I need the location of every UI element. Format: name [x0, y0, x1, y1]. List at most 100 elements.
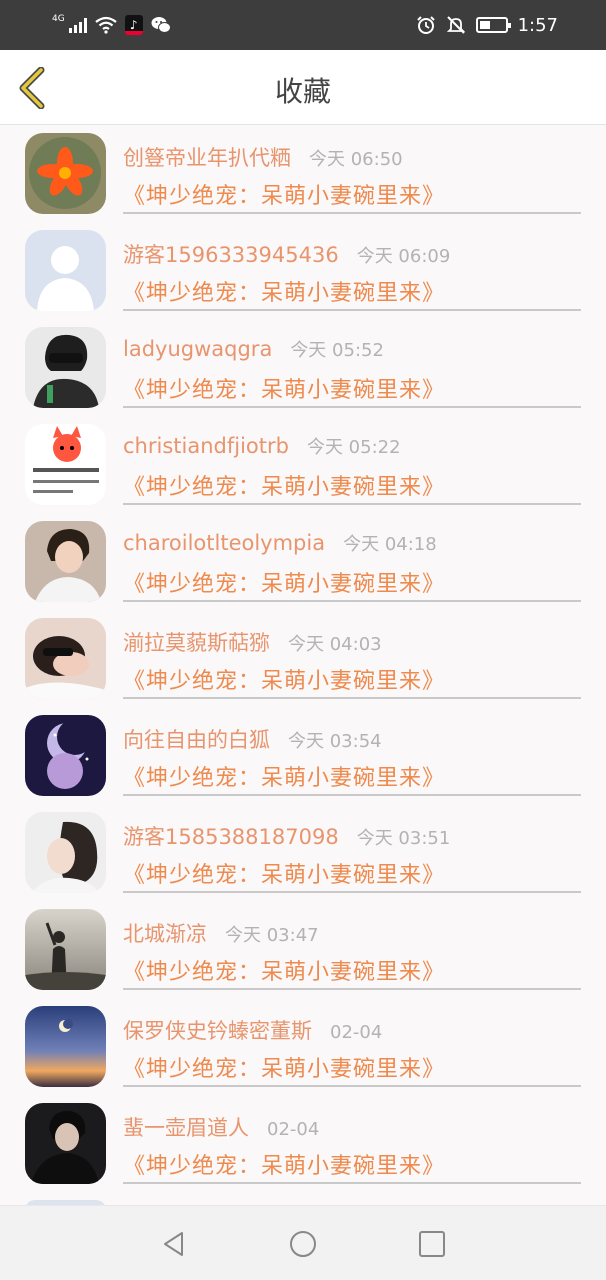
name-row: ladyugwaqgra 今天 05:52: [123, 336, 384, 366]
status-left: 4G ♪: [52, 14, 171, 36]
avatar[interactable]: [25, 812, 106, 893]
user-name[interactable]: 湔拉莫藐斯萜猕: [123, 627, 270, 657]
timestamp: 今天 05:22: [306, 437, 401, 458]
favorites-list: 创簦帝业年扒代粞 今天 06:50 《坤少绝宠：呆萌小妻碗里来》 游客15963339…: [0, 126, 606, 1193]
wechat-icon: [151, 17, 171, 33]
default-person-avatar: [25, 230, 106, 311]
avatar[interactable]: [25, 230, 106, 311]
book-title[interactable]: 《坤少绝宠：呆萌小妻碗里来》: [123, 1148, 445, 1180]
back-triangle-icon[interactable]: [160, 1230, 188, 1258]
timestamp: 今天 06:09: [356, 246, 451, 267]
avatar[interactable]: [25, 424, 106, 505]
list-item-text: 蜚一壶眉道人 02-04 《坤少绝宠：呆萌小妻碗里来》: [123, 1096, 581, 1184]
name-row: 游客1596333945436 今天 06:09: [123, 239, 450, 269]
user-name[interactable]: 蜚一壶眉道人: [123, 1112, 249, 1142]
mute-icon: [446, 16, 465, 34]
list-item-text: 北城渐凉 今天 03:47 《坤少绝宠：呆萌小妻碗里来》: [123, 902, 581, 990]
timestamp: 今天 05:52: [290, 340, 384, 361]
page-title: 收藏: [274, 75, 331, 108]
screen: 4G ♪ 1:57 收藏 创簦帝业年扒代粞 今天 06:50 《坤少绝宠：呆萌小…: [0, 0, 606, 1280]
name-row: 创簦帝业年扒代粞 今天 06:50: [123, 142, 403, 172]
sunset-sky-avatar: [25, 1006, 106, 1087]
list-item-text: 游客1596333945436 今天 06:09 《坤少绝宠：呆萌小妻碗里来》: [123, 223, 581, 311]
avatar[interactable]: [25, 715, 106, 796]
list-item-text: ladyugwaqgra 今天 05:52 《坤少绝宠：呆萌小妻碗里来》: [123, 320, 581, 408]
name-row: christiandfjiotrb 今天 05:22: [123, 433, 401, 463]
avatar[interactable]: [25, 909, 106, 990]
user-name[interactable]: 北城渐凉: [123, 918, 207, 948]
user-name[interactable]: ladyugwaqgra: [123, 337, 272, 361]
man-sunglasses-avatar: [25, 327, 106, 408]
wifi-icon: [95, 16, 117, 34]
list-item[interactable]: 向往自由的白狐 今天 03:54 《坤少绝宠：呆萌小妻碗里来》: [0, 708, 606, 805]
timestamp: 今天 03:51: [356, 828, 451, 849]
avatar[interactable]: [25, 618, 106, 699]
status-time: 1:57: [517, 14, 558, 36]
user-name[interactable]: 创簦帝业年扒代粞: [123, 142, 291, 172]
status-bar: 4G ♪ 1:57: [0, 0, 606, 50]
book-title[interactable]: 《坤少绝宠：呆萌小妻碗里来》: [123, 1051, 445, 1083]
header: 收藏: [0, 50, 606, 125]
timestamp: 今天 06:50: [309, 149, 403, 170]
name-row: 湔拉莫藐斯萜猕 今天 04:03: [123, 627, 382, 657]
book-title[interactable]: 《坤少绝宠：呆萌小妻碗里来》: [123, 857, 445, 889]
list-item-text: 保罗侠史钤螓密董斯 02-04 《坤少绝宠：呆萌小妻碗里来》: [123, 999, 581, 1087]
flower-avatar: [25, 133, 106, 214]
list-item[interactable]: charoilotlteolympia 今天 04:18 《坤少绝宠：呆萌小妻碗里来…: [0, 514, 606, 611]
list-item[interactable]: 北城渐凉 今天 03:47 《坤少绝宠：呆萌小妻碗里来》: [0, 902, 606, 999]
timestamp: 02-04: [267, 1119, 320, 1140]
timestamp: 今天 04:18: [343, 534, 437, 555]
user-name[interactable]: charoilotlteolympia: [123, 531, 325, 555]
list-item[interactable]: 湔拉莫藐斯萜猕 今天 04:03 《坤少绝宠：呆萌小妻碗里来》: [0, 611, 606, 708]
book-title[interactable]: 《坤少绝宠：呆萌小妻碗里来》: [123, 275, 445, 307]
list-item[interactable]: 蜚一壶眉道人 02-04 《坤少绝宠：呆萌小妻碗里来》: [0, 1096, 606, 1193]
young-man-avatar: [25, 521, 106, 602]
home-circle-icon[interactable]: [289, 1230, 317, 1258]
book-title[interactable]: 《坤少绝宠：呆萌小妻碗里来》: [123, 663, 445, 695]
list-item-text: christiandfjiotrb 今天 05:22 《坤少绝宠：呆萌小妻碗里来》: [123, 417, 581, 505]
user-name[interactable]: 游客1596333945436: [123, 239, 339, 269]
tiktok-icon: ♪: [124, 15, 143, 35]
list-item-text: 游客1585388187098 今天 03:51 《坤少绝宠：呆萌小妻碗里来》: [123, 805, 581, 893]
user-name[interactable]: christiandfjiotrb: [123, 434, 289, 458]
name-row: 游客1585388187098 今天 03:51: [123, 821, 450, 851]
user-name[interactable]: 向往自由的白狐: [123, 724, 270, 754]
status-right: 1:57: [416, 14, 558, 36]
list-item-text: 湔拉莫藐斯萜猕 今天 04:03 《坤少绝宠：呆萌小妻碗里来》: [123, 611, 581, 699]
timestamp: 今天 03:54: [288, 731, 382, 752]
list-item[interactable]: 游客1585388187098 今天 03:51 《坤少绝宠：呆萌小妻碗里来》: [0, 805, 606, 902]
book-title[interactable]: 《坤少绝宠：呆萌小妻碗里来》: [123, 372, 445, 404]
cartoon-fox-avatar: [25, 424, 106, 505]
name-row: 蜚一壶眉道人 02-04: [123, 1112, 319, 1142]
timestamp: 02-04: [330, 1022, 383, 1043]
girl-profile-avatar: [25, 812, 106, 893]
avatar[interactable]: [25, 1103, 106, 1184]
avatar[interactable]: [25, 521, 106, 602]
list-item[interactable]: ladyugwaqgra 今天 05:52 《坤少绝宠：呆萌小妻碗里来》: [0, 320, 606, 417]
user-name[interactable]: 保罗侠史钤螓密董斯: [123, 1015, 312, 1045]
avatar[interactable]: [25, 133, 106, 214]
list-item[interactable]: 保罗侠史钤螓密董斯 02-04 《坤少绝宠：呆萌小妻碗里来》: [0, 999, 606, 1096]
couple-avatar: [25, 618, 106, 699]
book-title[interactable]: 《坤少绝宠：呆萌小妻碗里来》: [123, 469, 445, 501]
name-row: 向往自由的白狐 今天 03:54: [123, 724, 382, 754]
moon-art-avatar: [25, 715, 106, 796]
battery-icon: [475, 17, 511, 33]
name-row: 北城渐凉 今天 03:47: [123, 918, 319, 948]
timestamp: 今天 04:03: [288, 634, 382, 655]
avatar[interactable]: [25, 327, 106, 408]
book-title[interactable]: 《坤少绝宠：呆萌小妻碗里来》: [123, 566, 445, 598]
dark-man-avatar: [25, 1103, 106, 1184]
timestamp: 今天 03:47: [225, 925, 319, 946]
name-row: 保罗侠史钤螓密董斯 02-04: [123, 1015, 382, 1045]
book-title[interactable]: 《坤少绝宠：呆萌小妻碗里来》: [123, 760, 445, 792]
list-item[interactable]: christiandfjiotrb 今天 05:22 《坤少绝宠：呆萌小妻碗里来》: [0, 417, 606, 514]
recents-square-icon[interactable]: [418, 1230, 446, 1258]
avatar[interactable]: [25, 1006, 106, 1087]
book-title[interactable]: 《坤少绝宠：呆萌小妻碗里来》: [123, 954, 445, 986]
list-item[interactable]: 创簦帝业年扒代粞 今天 06:50 《坤少绝宠：呆萌小妻碗里来》: [0, 126, 606, 223]
list-item-text: charoilotlteolympia 今天 04:18 《坤少绝宠：呆萌小妻碗里来…: [123, 514, 581, 602]
book-title[interactable]: 《坤少绝宠：呆萌小妻碗里来》: [123, 178, 445, 210]
list-item[interactable]: 游客1596333945436 今天 06:09 《坤少绝宠：呆萌小妻碗里来》: [0, 223, 606, 320]
user-name[interactable]: 游客1585388187098: [123, 821, 339, 851]
